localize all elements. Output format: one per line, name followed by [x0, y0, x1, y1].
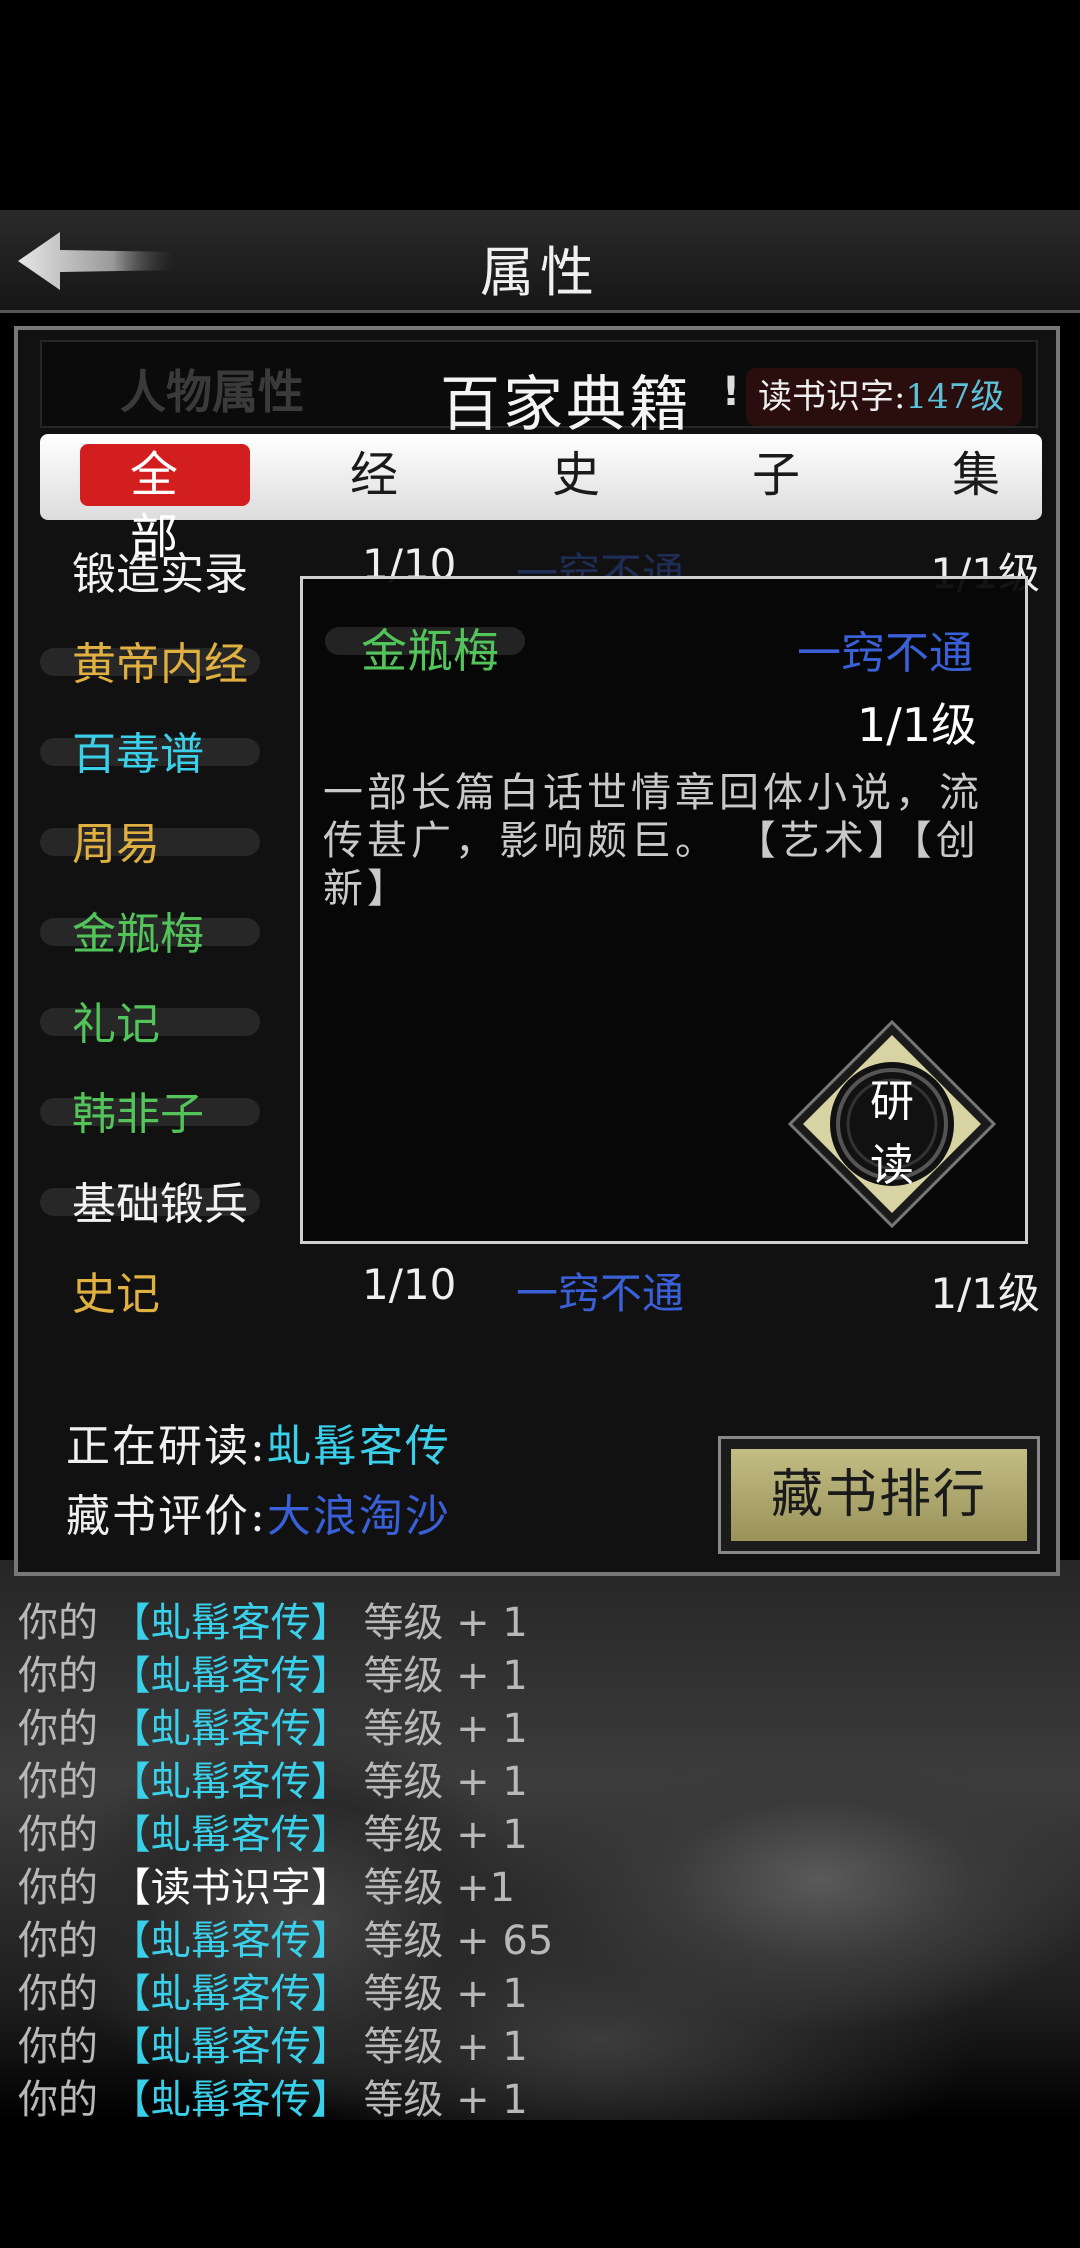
log-prefix: 你的	[18, 1759, 98, 1805]
study-label-1: 研	[870, 1076, 914, 1127]
log-prefix: 你的	[18, 1812, 98, 1858]
reading-skill-badge: 读书识字:147级	[746, 368, 1023, 426]
tab-jing[interactable]: 经	[338, 444, 410, 506]
rating-value: 大浪淘沙	[266, 1491, 451, 1542]
log-suffix: 等级 + 1	[363, 1971, 528, 2017]
log-suffix: 等级 + 1	[363, 1812, 528, 1858]
log-book: 【虬髯客传】	[110, 1600, 351, 1646]
log-book: 【虬髯客传】	[110, 1918, 351, 1964]
book-name: 黄帝内经	[72, 639, 248, 690]
book-mastery: 一窍不通	[516, 1269, 685, 1318]
log-prefix: 你的	[18, 1865, 98, 1911]
log-suffix: 等级 + 65	[363, 1918, 554, 1964]
log-book: 【读书识字】	[110, 1865, 351, 1911]
library-ranking-button[interactable]: 藏书排行	[718, 1436, 1040, 1554]
log-prefix: 你的	[18, 2024, 98, 2070]
log-line: 你的 【虬髯客传】 等级 + 1	[18, 1696, 553, 1752]
log-book: 【虬髯客传】	[110, 2077, 351, 2123]
book-name: 周易	[72, 819, 160, 870]
tab-all[interactable]: 全部	[80, 444, 250, 565]
book-detail-popup: 金瓶梅 一窍不通 1/1级 一部长篇白话世情章回体小说，流传甚广，影响颇巨。 【…	[300, 576, 1028, 1244]
top-bar: 属性	[0, 210, 1080, 313]
library-ranking-label: 藏书排行	[731, 1449, 1027, 1541]
page-title: 属性	[480, 241, 600, 304]
log-book: 【虬髯客传】	[110, 2024, 351, 2070]
library-title: 百家典籍	[440, 370, 692, 440]
log-line: 你的 【虬髯客传】 等级 + 1	[18, 1749, 553, 1805]
popup-mastery: 一窍不通	[797, 628, 973, 679]
log-suffix: 等级 + 1	[363, 1759, 528, 1805]
log-prefix: 你的	[18, 1706, 98, 1752]
reading-skill-value: 147级	[905, 377, 1005, 417]
log-prefix: 你的	[18, 1971, 98, 2017]
reading-skill-label: 读书识字:	[758, 377, 906, 417]
book-row[interactable]: 史记 1/10 一窍不通 1/1级	[40, 1248, 1040, 1328]
log-book: 【虬髯客传】	[110, 1971, 351, 2017]
book-progress: 1/10	[362, 1260, 457, 1309]
log-line: 你的 【虬髯客传】 等级 + 1	[18, 2014, 553, 2070]
rating-line: 藏书评价:大浪淘沙	[66, 1480, 451, 1550]
log-suffix: 等级 + 1	[363, 2077, 528, 2123]
studying-value: 虬髯客传	[266, 1421, 451, 1472]
log-book: 【虬髯客传】	[110, 1812, 351, 1858]
tab-zi[interactable]: 子	[740, 444, 812, 506]
book-name: 韩非子	[72, 1089, 204, 1140]
rating-label: 藏书评价:	[66, 1491, 267, 1542]
info-icon[interactable]: !	[718, 372, 744, 412]
log-suffix: 等级 + 1	[363, 1653, 528, 1699]
log-line: 你的 【虬髯客传】 等级 + 1	[18, 1643, 553, 1699]
log-suffix: 等级 + 1	[363, 1706, 528, 1752]
study-status: 正在研读:虬髯客传 藏书评价:大浪淘沙	[66, 1410, 451, 1550]
popup-description: 一部长篇白话世情章回体小说，流传甚广，影响颇巨。 【艺术】【创新】	[323, 770, 983, 912]
tab-ji[interactable]: 集	[940, 444, 1012, 506]
book-name: 锻造实录	[72, 549, 248, 600]
log-line: 你的 【虬髯客传】 等级 + 1	[18, 1961, 553, 2017]
panel-title-bar: 人物属性 百家典籍 ! 读书识字:147级	[40, 340, 1038, 440]
book-name: 史记	[72, 1269, 160, 1320]
log-prefix: 你的	[18, 1918, 98, 1964]
log-suffix: 等级 + 1	[363, 1600, 528, 1646]
book-name: 金瓶梅	[72, 909, 204, 960]
log-line: 你的 【虬髯客传】 等级 + 1	[18, 2067, 553, 2123]
book-name: 基础锻兵	[72, 1179, 248, 1230]
log-line: 你的 【虬髯客传】 等级 + 1	[18, 1802, 553, 1858]
log-suffix: 等级 + 1	[363, 2024, 528, 2070]
log-book: 【虬髯客传】	[110, 1759, 351, 1805]
category-tabs: 全部 经 史 子 集	[40, 434, 1042, 565]
log-line: 你的 【虬髯客传】 等级 + 65	[18, 1908, 554, 1964]
popup-level: 1/1级	[856, 698, 977, 752]
study-label-2: 读	[870, 1140, 914, 1191]
tab-shi[interactable]: 史	[540, 444, 612, 506]
log-prefix: 你的	[18, 1600, 98, 1646]
study-button[interactable]: 研 读	[787, 1019, 997, 1229]
log-line: 你的 【虬髯客传】 等级 + 1	[18, 1590, 553, 1646]
book-level: 1/1级	[930, 1269, 1040, 1318]
log-suffix: 等级 +1	[363, 1865, 516, 1911]
log-prefix: 你的	[18, 2077, 98, 2123]
log-prefix: 你的	[18, 1653, 98, 1699]
message-log: 你的 【虬髯客传】 等级 + 1 你的 【虬髯客传】 等级 + 1 你的 【虬髯…	[18, 1590, 554, 2123]
log-book: 【虬髯客传】	[110, 1653, 351, 1699]
studying-line: 正在研读:虬髯客传	[66, 1410, 451, 1480]
book-name: 百毒谱	[72, 729, 204, 780]
studying-label: 正在研读:	[66, 1421, 267, 1472]
book-name: 礼记	[72, 999, 160, 1050]
popup-book-name: 金瓶梅	[361, 624, 499, 678]
log-book: 【虬髯客传】	[110, 1706, 351, 1752]
log-line: 你的 【读书识字】 等级 +1	[18, 1855, 553, 1911]
character-attributes-tab[interactable]: 人物属性	[120, 356, 304, 422]
